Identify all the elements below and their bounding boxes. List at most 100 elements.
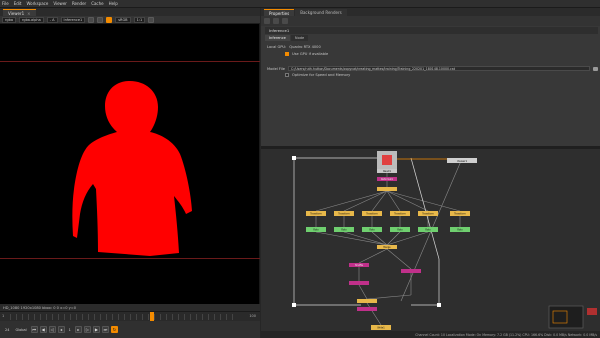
tab-inference[interactable]: Inference: [265, 35, 290, 41]
menu-cache[interactable]: Cache: [91, 1, 103, 6]
status-bar: Channel Count: 10 Localization Mode: On …: [261, 331, 600, 338]
loop-button[interactable]: ↻: [110, 326, 118, 333]
corner-dot: [292, 303, 296, 307]
viewer-tab-bar: Viewer1 ×: [0, 8, 260, 16]
input-b-select[interactable]: Inference1: [60, 16, 86, 23]
menu-render[interactable]: Render: [72, 1, 86, 6]
person-matte-silhouette: [72, 81, 192, 256]
viewer-format-info: HD_1080 1920x1080 bbox: 0 0 x=0 y=0: [0, 304, 260, 311]
viewer-toolbar: rgba rgba.alpha - A Inference1 sRGB 1:1: [0, 16, 260, 24]
properties-toolbar: [261, 16, 600, 26]
merge-node-label: Merge: [383, 246, 391, 249]
node-graph[interactable]: Read1 Viewer1 Reformat1 Transform Transf…: [261, 149, 600, 331]
transform-node-label: Transform: [422, 213, 434, 216]
reformat-node-label: Reformat1: [381, 178, 394, 181]
timeline-start: 1: [2, 314, 5, 318]
use-gpu-checkbox[interactable]: [285, 52, 289, 56]
roto-node-label: Roto: [397, 229, 403, 232]
transform-node-label: Transform: [454, 213, 466, 216]
timeline[interactable]: 1 100: [0, 311, 260, 322]
use-gpu-row: Use GPU if available: [285, 52, 328, 56]
timeline-ticks: [10, 314, 238, 320]
node-subtabs: Inference Node: [265, 35, 309, 41]
skip-start-button[interactable]: ⏮: [30, 326, 38, 333]
transport-controls: 24 Global ⏮ ◀ ◁ ◂ 1 ▸ ▷ ▶ ⏭ ↻: [0, 321, 260, 338]
roto-node-label: Roto: [313, 229, 319, 232]
fps-field[interactable]: 24: [3, 328, 11, 332]
roto-node-label: Roto: [457, 229, 463, 232]
input-a-select[interactable]: - A: [46, 16, 58, 23]
wipe-icon[interactable]: [88, 16, 95, 23]
proxy-icon[interactable]: [106, 16, 113, 23]
inference-node[interactable]: [357, 299, 377, 303]
shuffle-node[interactable]: [349, 281, 369, 285]
use-gpu-label: Use GPU if available: [292, 52, 329, 56]
skip-end-button[interactable]: ⏭: [101, 326, 109, 333]
format-top-guide: [0, 61, 260, 62]
clear-panels-icon[interactable]: [273, 18, 279, 24]
current-frame-field[interactable]: 1: [67, 328, 73, 332]
zoom-select[interactable]: 1:1: [133, 16, 146, 23]
tab-viewer1[interactable]: Viewer1 ×: [3, 9, 36, 16]
write-node-label: Write1: [377, 327, 385, 330]
viewer-canvas[interactable]: [0, 24, 260, 304]
model-file-row: Model File C:/Users/ruth.hutton/Document…: [267, 66, 598, 71]
roto-node-label: Roto: [425, 229, 431, 232]
menu-help[interactable]: Help: [109, 1, 118, 6]
model-file-label: Model File: [267, 66, 285, 71]
local-gpu-label: Local GPU:: [267, 45, 287, 49]
colorspace-select[interactable]: sRGB: [115, 16, 131, 23]
max-panels-icon[interactable]: [282, 18, 288, 24]
folder-icon[interactable]: [592, 66, 598, 71]
roto-node-label: Roto: [341, 229, 347, 232]
transform-node-label: Transform: [338, 213, 350, 216]
format-bottom-guide: [0, 258, 260, 259]
close-icon[interactable]: ×: [27, 11, 30, 16]
thumbnail-image: [382, 155, 392, 165]
tab-background-renders[interactable]: Background Renders: [295, 9, 347, 16]
transform-node[interactable]: [377, 187, 397, 191]
roto-node-label: Roto: [369, 229, 375, 232]
optimize-row: Optimize for Speed and Memory: [285, 73, 350, 77]
menu-edit[interactable]: Edit: [14, 1, 22, 6]
transform-node-label: Transform: [394, 213, 406, 216]
prev-key-button[interactable]: ◀: [39, 326, 47, 333]
node-properties-header: Inference1: [265, 27, 598, 34]
shuffle-node[interactable]: [401, 269, 421, 273]
menu-file[interactable]: File: [2, 1, 9, 6]
corner-dot: [292, 156, 296, 160]
tab-node[interactable]: Node: [290, 35, 309, 41]
node-name-field[interactable]: Inference1: [269, 28, 289, 33]
step-forward-button[interactable]: ▷: [83, 326, 91, 333]
play-reverse-button[interactable]: ◂: [57, 326, 65, 333]
local-gpu-row: Local GPU: Quadro RTX 4000: [267, 45, 321, 49]
lock-icon[interactable]: [264, 18, 270, 24]
optimize-checkbox[interactable]: [285, 73, 289, 77]
node-graph-canvas: Read1 Viewer1 Reformat1 Transform Transf…: [292, 151, 597, 330]
tab-properties[interactable]: Properties: [264, 9, 295, 16]
graph-navigator[interactable]: [548, 305, 584, 329]
read-node-label: Read1: [383, 169, 391, 173]
layer-select[interactable]: rgba.alpha: [18, 16, 44, 23]
pause-icon[interactable]: [148, 16, 155, 23]
shuffle-node[interactable]: [357, 307, 377, 311]
properties-panel: Inference1 Inference Node Local GPU: Qua…: [261, 26, 600, 146]
local-gpu-value: Quadro RTX 4000: [289, 45, 321, 49]
model-file-input[interactable]: C:/Users/ruth.hutton/Documents/copycat/c…: [287, 66, 590, 71]
menu-bar: File Edit Workspace Viewer Render Cache …: [0, 0, 600, 8]
transform-node-label: Transform: [366, 213, 378, 216]
optimize-label: Optimize for Speed and Memory: [292, 73, 351, 77]
next-key-button[interactable]: ▶: [92, 326, 100, 333]
navigator-close-icon[interactable]: [587, 308, 597, 315]
play-button[interactable]: ▸: [74, 326, 82, 333]
corner-dot: [437, 303, 441, 307]
timeline-end: 100: [249, 314, 256, 318]
menu-workspace[interactable]: Workspace: [26, 1, 48, 6]
viewer-node-label: Viewer1: [457, 159, 467, 163]
playback-mode-select[interactable]: Global: [13, 328, 28, 332]
transform-node-label: Transform: [310, 213, 322, 216]
step-back-button[interactable]: ◁: [48, 326, 56, 333]
channel-select[interactable]: rgba: [2, 16, 16, 23]
menu-viewer[interactable]: Viewer: [53, 1, 67, 6]
roi-icon[interactable]: [97, 16, 104, 23]
